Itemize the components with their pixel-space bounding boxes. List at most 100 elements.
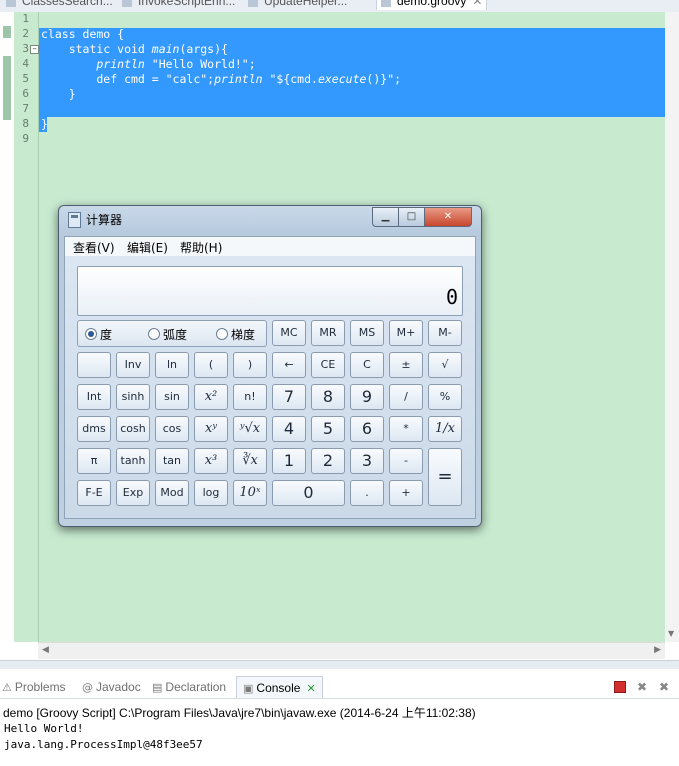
key-backspace[interactable]: ← (272, 352, 306, 378)
key-cosh[interactable]: cosh (116, 416, 150, 442)
scroll-left-icon[interactable]: ◀ (42, 645, 49, 655)
key-0[interactable]: 0 (272, 480, 345, 506)
key-percent[interactable]: % (428, 384, 462, 410)
close-icon[interactable]: ✕ (472, 0, 482, 8)
editor-tab-1[interactable]: ClassesSearch... (6, 0, 113, 10)
key-ms[interactable]: MS (350, 320, 384, 346)
key-yroot[interactable]: ʸ√x (233, 416, 267, 442)
remove-launch-icon[interactable]: ✖ (636, 681, 648, 693)
key-log[interactable]: log (194, 480, 228, 506)
key-mod[interactable]: Mod (155, 480, 189, 506)
tab-javadoc[interactable]: @ Javadoc (82, 680, 141, 694)
file-icon (248, 0, 258, 7)
key-cube[interactable]: x³ (194, 448, 228, 474)
tab-problems[interactable]: ⚠ Problems (2, 680, 66, 694)
radio-gradians[interactable]: 梯度 (216, 326, 255, 343)
key-7[interactable]: 7 (272, 384, 306, 410)
view-separator[interactable] (0, 660, 679, 669)
key-minus[interactable]: - (389, 448, 423, 474)
code-line: println "Hello World!"; (41, 57, 255, 72)
calculator-display: 0 (77, 266, 463, 316)
scroll-down-icon[interactable]: ▼ (668, 629, 674, 638)
menu-view[interactable]: 查看(V) (73, 239, 115, 256)
menu-help[interactable]: 帮助(H) (180, 239, 222, 256)
radio-radians[interactable]: 弧度 (148, 326, 187, 343)
remove-all-terminated-icon[interactable]: ✖ (658, 681, 670, 693)
key-dms[interactable]: dms (77, 416, 111, 442)
key-8[interactable]: 8 (311, 384, 345, 410)
file-icon (6, 0, 16, 7)
key-inv[interactable]: Inv (116, 352, 150, 378)
tab-console[interactable]: ▣ Console ✕ (236, 676, 323, 698)
console-process-description: demo [Groovy Script] C:\Program Files\Ja… (3, 706, 476, 720)
key-square[interactable]: x² (194, 384, 228, 410)
key-exp[interactable]: Exp (116, 480, 150, 506)
key-cos[interactable]: cos (155, 416, 189, 442)
line-number: 3 (22, 42, 29, 55)
calculator-titlebar[interactable]: 计算器 ▁ □ ✕ (59, 206, 481, 232)
key-ten-power[interactable]: 10ˣ (233, 480, 267, 506)
key-blank[interactable] (77, 352, 111, 378)
horizontal-scrollbar[interactable]: ◀ ▶ (38, 642, 665, 659)
key-m-plus[interactable]: M+ (389, 320, 423, 346)
key-plus[interactable]: + (389, 480, 423, 506)
key-mr[interactable]: MR (311, 320, 345, 346)
radio-degrees[interactable]: 度 (85, 326, 112, 343)
key-int[interactable]: Int (77, 384, 111, 410)
declaration-icon: ▤ (152, 681, 163, 694)
fold-toggle-icon[interactable]: − (30, 45, 39, 54)
vertical-scrollbar[interactable]: ▼ (665, 12, 679, 642)
key-9[interactable]: 9 (350, 384, 384, 410)
close-icon[interactable]: ✕ (306, 683, 315, 695)
key-f-e[interactable]: F-E (77, 480, 111, 506)
key-divide[interactable]: / (389, 384, 423, 410)
key-reciprocal[interactable]: 1/x (428, 416, 462, 442)
line-number: 4 (22, 57, 29, 70)
editor-tab-demo-groovy[interactable]: demo.groovy ✕ (376, 0, 488, 10)
editor-tab-3[interactable]: UpdateHelper... (248, 0, 347, 10)
code-line: class demo { (41, 27, 124, 42)
key-tanh[interactable]: tanh (116, 448, 150, 474)
key-c[interactable]: C (350, 352, 384, 378)
key-decimal[interactable]: . (350, 480, 384, 506)
key-close-paren[interactable]: ) (233, 352, 267, 378)
maximize-button[interactable]: □ (398, 207, 425, 227)
key-factorial[interactable]: n! (233, 384, 267, 410)
key-ln[interactable]: ln (155, 352, 189, 378)
key-m-minus[interactable]: M- (428, 320, 462, 346)
key-power[interactable]: xʸ (194, 416, 228, 442)
key-1[interactable]: 1 (272, 448, 306, 474)
minimize-button[interactable]: ▁ (372, 207, 399, 227)
key-4[interactable]: 4 (272, 416, 306, 442)
groovy-file-icon (381, 0, 391, 7)
key-3[interactable]: 3 (350, 448, 384, 474)
console-output[interactable]: demo [Groovy Script] C:\Program Files\Ja… (0, 698, 679, 766)
line-number: 2 (22, 27, 29, 40)
key-ce[interactable]: CE (311, 352, 345, 378)
key-mc[interactable]: MC (272, 320, 306, 346)
key-pi[interactable]: π (77, 448, 111, 474)
key-cube-root[interactable]: ∛x (233, 448, 267, 474)
scroll-right-icon[interactable]: ▶ (654, 645, 661, 655)
key-tan[interactable]: tan (155, 448, 189, 474)
key-sin[interactable]: sin (155, 384, 189, 410)
key-sqrt[interactable]: √ (428, 352, 462, 378)
console-line: java.lang.ProcessImpl@48f3ee57 (4, 738, 203, 751)
window-title: 计算器 (86, 213, 123, 227)
key-6[interactable]: 6 (350, 416, 384, 442)
calculator-window[interactable]: 计算器 ▁ □ ✕ 查看(V) 编辑(E) 帮助(H) 0 度 弧度 梯度 MC… (58, 205, 482, 527)
key-multiply[interactable]: * (389, 416, 423, 442)
key-sinh[interactable]: sinh (116, 384, 150, 410)
code-line: } (41, 87, 76, 102)
key-5[interactable]: 5 (311, 416, 345, 442)
editor-tab-2[interactable]: InvokeScriptEnh... (122, 0, 235, 10)
tab-declaration[interactable]: ▤ Declaration (152, 680, 226, 694)
terminate-icon[interactable] (614, 681, 626, 693)
key-open-paren[interactable]: ( (194, 352, 228, 378)
key-2[interactable]: 2 (311, 448, 345, 474)
key-equals[interactable]: = (428, 448, 462, 506)
change-marker (3, 56, 11, 120)
close-button[interactable]: ✕ (424, 207, 472, 227)
key-plus-minus[interactable]: ± (389, 352, 423, 378)
menu-edit[interactable]: 编辑(E) (127, 239, 168, 256)
